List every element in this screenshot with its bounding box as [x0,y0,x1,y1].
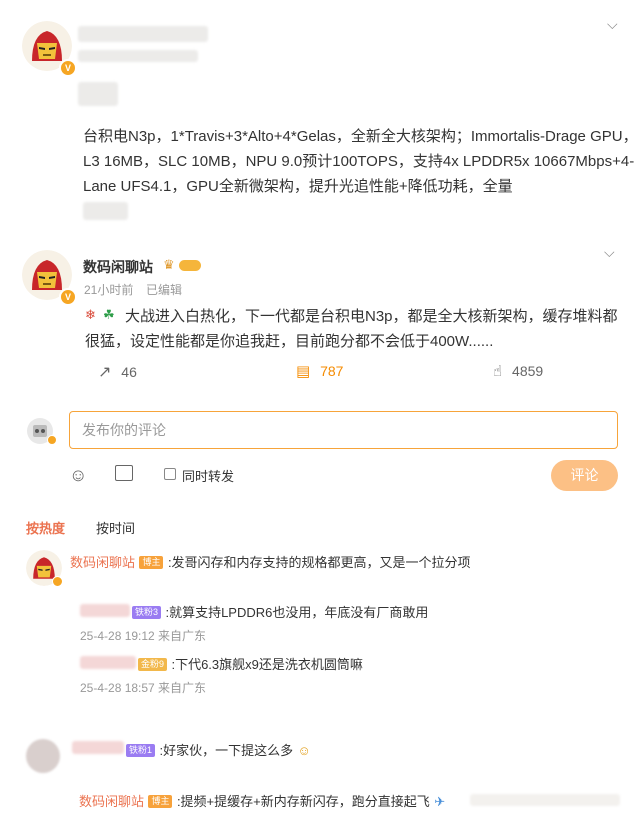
chevron-down-icon[interactable]: ⌵ [607,16,618,33]
repost-button[interactable]: ↗ 46 [98,362,137,382]
avatar[interactable] [26,739,60,773]
comment-author-blurred [72,741,124,754]
comment-icon: ▤ [296,363,311,380]
fan-badge: 金粉9 [138,658,168,672]
reply-time: 25-4-28 18:57 来自广东 [80,681,207,695]
crown-icon: ♛ [163,257,175,272]
reply-line: 金粉9 :下代6.3旗舰x9还是洗衣机圆筒嘛 [138,654,363,674]
comment-input[interactable] [80,421,611,439]
comment-line: 铁粉1 :好家伙，一下提这么多 ☺ [126,740,311,760]
author-badge: 博主 [148,795,173,809]
verified-badge-icon: V [59,59,77,77]
user-badge-icon [47,435,57,445]
submit-comment-button[interactable]: 评论 [551,460,618,491]
reply-extra-blurred [470,794,620,806]
also-repost-checkbox[interactable] [164,468,176,480]
repost-count: 46 [121,364,137,380]
thumbs-up-icon: ☝ [493,363,503,380]
comment-author[interactable]: 数码闲聊站 [70,555,135,570]
post-text-blurred [83,202,128,220]
reply-line: 铁粉3 :就算支持LPDDR6也没用，年底没有厂商敢用 [132,602,428,622]
reply-text: :提频+提缓存+新内存新闪存，跑分直接起飞 [176,794,430,809]
tab-sort-hot[interactable]: 按热度 [26,518,65,537]
also-repost-label[interactable]: 同时转发 [182,466,234,485]
comment-count: 787 [320,363,344,379]
author-name[interactable]: 数码闲聊站 [83,257,153,277]
verified-badge-icon [52,576,63,587]
tab-sort-time[interactable]: 按时间 [96,518,135,537]
comment-text: :好家伙，一下提这么多 [159,743,294,758]
comment-button[interactable]: ▤ 787 [296,362,343,380]
reply-line: 数码闲聊站 博主 :提频+提缓存+新内存新闪存，跑分直接起飞 ✈ [79,791,445,811]
fan-badge: 铁粉3 [132,606,162,620]
reply-text: :就算支持LPDDR6也没用，年底没有厂商敢用 [165,605,429,620]
rocket-emoji-icon: ✈ [434,794,446,809]
vip-badge-icon [179,260,201,271]
reply-author[interactable]: 数码闲聊站 [79,794,144,809]
like-button[interactable]: ☝ 4859 [493,362,543,380]
reply-author-blurred [80,656,136,669]
comment-line: 数码闲聊站 博主 :发哥闪存和内存支持的规格都更高，又是一个拉分项 [70,552,471,572]
post-text: 台积电N3p，1*Travis+3*Alto+4*Gelas，全新全大核架构；I… [83,128,638,195]
post-text-content: 大战进入白热化，下一代都是台积电N3p，都是全大核新架构，缓存堆料都很猛，设定性… [85,308,618,350]
post-meta-blurred [78,82,118,106]
author-name-blurred [78,26,208,42]
reply-author-blurred [80,604,130,617]
fan-badge: 铁粉1 [126,744,156,758]
reply-text: :下代6.3旗舰x9还是洗衣机圆筒嘛 [171,657,363,672]
chevron-down-icon[interactable]: ⌵ [604,244,615,261]
repost-icon: ↗ [98,364,112,381]
smile-emoji-icon: ☺ [297,743,311,758]
post-text: 大战进入白热化，下一代都是台积电N3p，都是全大核新架构，缓存堆料都很猛，设定性… [85,304,630,354]
comment-input-box[interactable] [69,411,618,449]
reply-time: 25-4-28 19:12 来自广东 [80,629,207,643]
post-meta-blurred [78,50,198,62]
verified-badge-icon: V [59,288,77,306]
post-time[interactable]: 21小时前 [84,281,133,298]
image-upload-icon[interactable] [115,465,133,481]
comment-text: :发哥闪存和内存支持的规格都更高，又是一个拉分项 [167,555,471,570]
author-badge: 博主 [139,556,164,570]
edited-label: 已编辑 [146,283,183,297]
like-count: 4859 [512,363,544,379]
emoji-picker-icon[interactable]: ☺ [69,465,87,486]
